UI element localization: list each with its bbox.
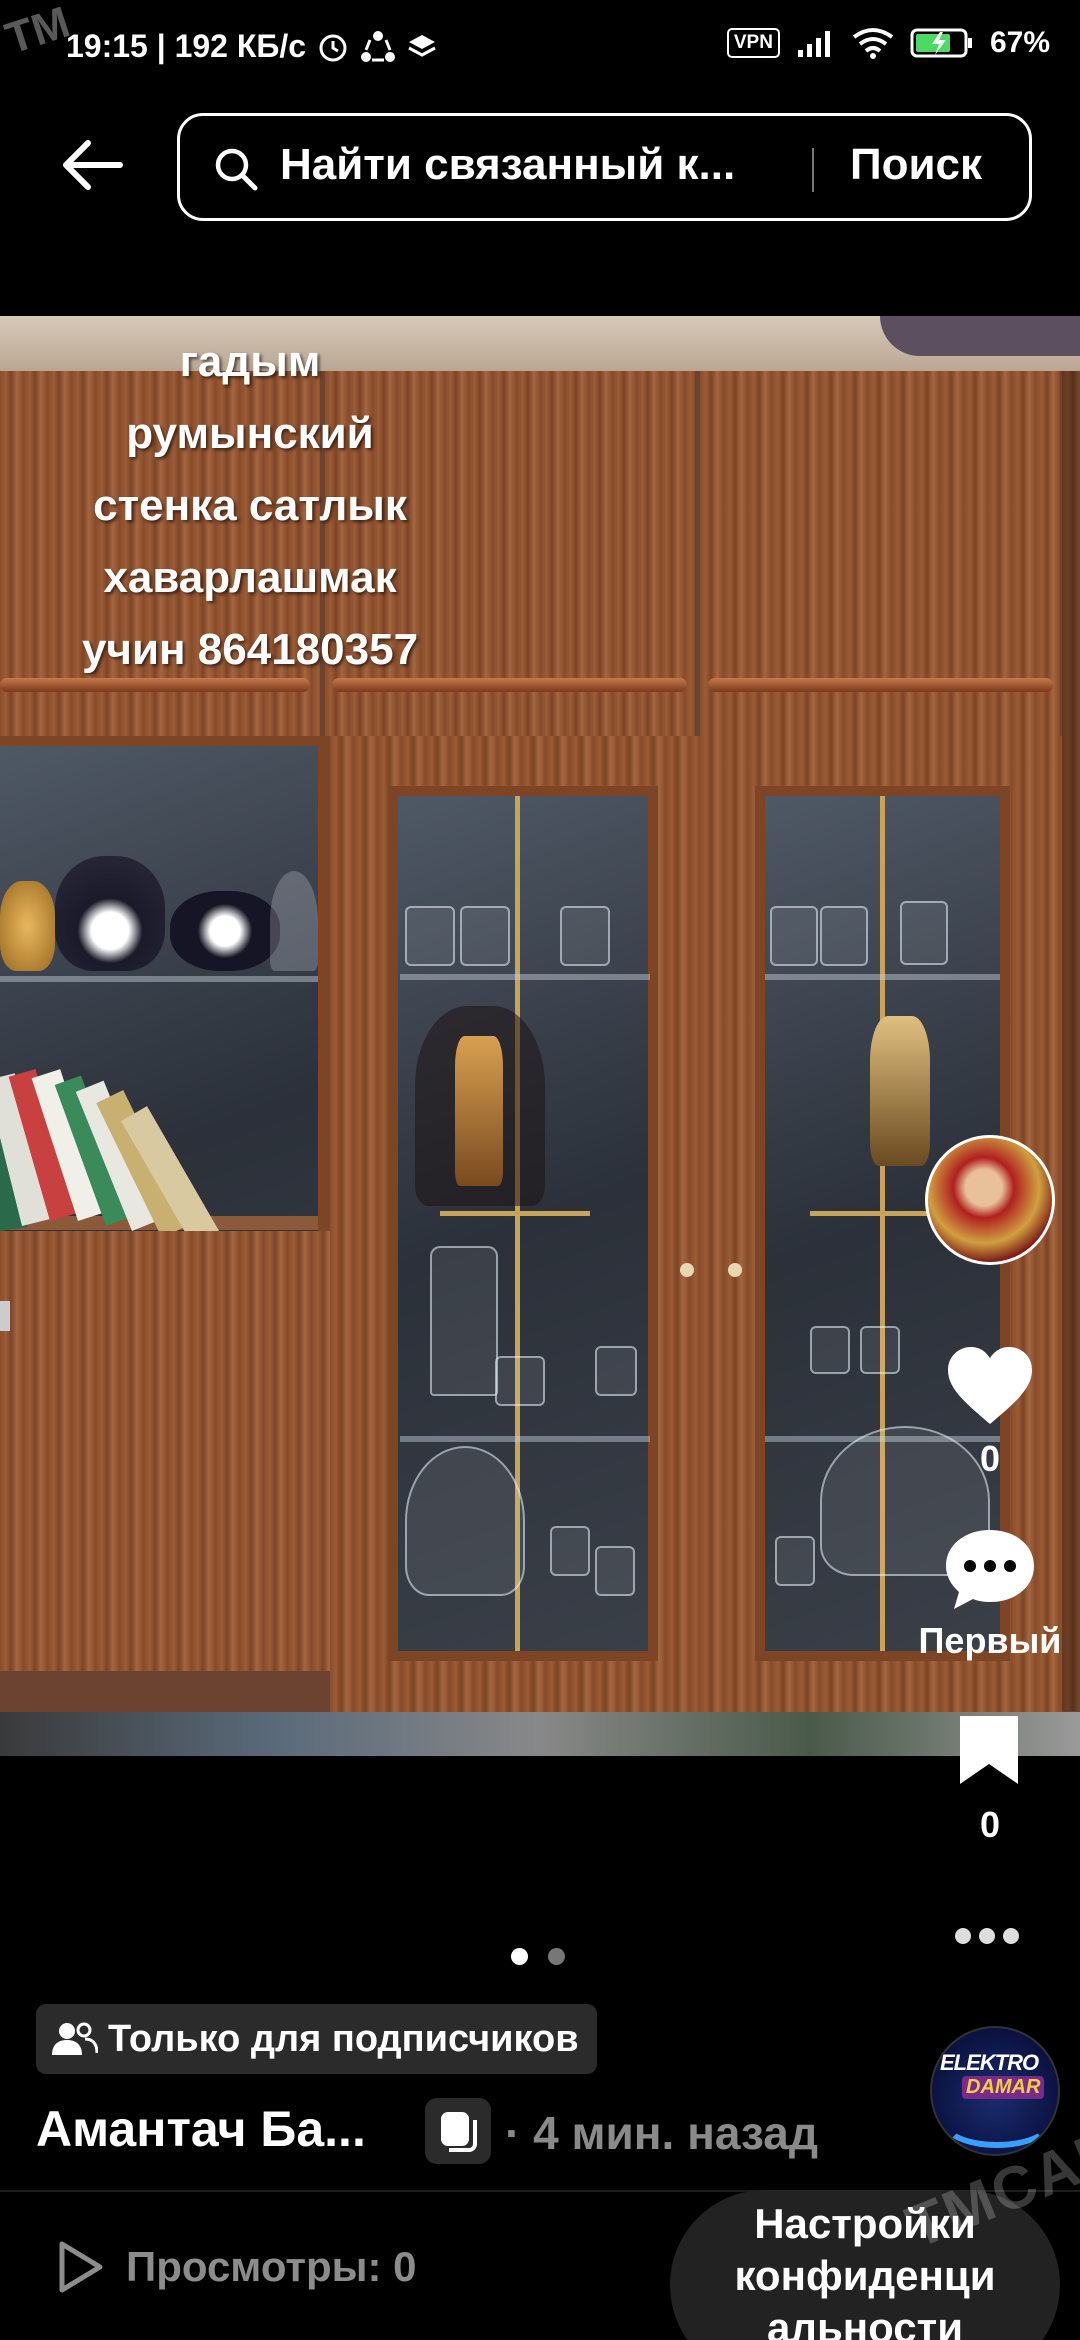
alarm-icon (319, 34, 347, 61)
post-image[interactable]: гадым румынский стенка сатлык хаварлашма… (0, 316, 1080, 1756)
status-time: 19:15 | 192 КБ/с (66, 28, 307, 64)
glass-cup (405, 906, 455, 966)
play-icon (59, 2241, 103, 2293)
more-options-icon[interactable] (955, 1928, 1019, 1944)
cabinet-edge (1062, 371, 1080, 1711)
caption-line: румынский (126, 409, 374, 458)
crystal-vase (430, 1246, 498, 1396)
door-knob (0, 1301, 10, 1331)
status-bar: TM 19:15 | 192 КБ/с VPN 67% (0, 0, 1080, 100)
brand-logo-line1: ELEKTRO (940, 2050, 1039, 2075)
search-placeholder[interactable]: Найти связанный к... (280, 140, 735, 190)
battery-percent: 67% (989, 26, 1050, 59)
author-name[interactable]: Амантач Ба... (36, 2100, 366, 2158)
comment-icon[interactable] (942, 1526, 1038, 1612)
glass-cup (775, 1536, 815, 1586)
plate (270, 871, 318, 971)
shelf (765, 974, 1000, 980)
gold-vase (0, 881, 55, 971)
door-knob (680, 1263, 694, 1277)
post-caption-overlay: гадым румынский стенка сатлык хаварлашма… (0, 326, 500, 686)
comment-label: Первый (918, 1620, 1062, 1661)
search-divider (812, 148, 814, 192)
save-count: 0 (979, 1804, 1001, 1845)
layers-icon (408, 34, 436, 57)
bookmark-icon[interactable] (956, 1712, 1022, 1788)
copy-badge[interactable] (425, 2098, 491, 2164)
crystal-bowl (405, 1446, 525, 1596)
lower-left-door (0, 1231, 335, 1671)
glass-cup (595, 1346, 637, 1396)
heart-icon[interactable] (944, 1344, 1036, 1428)
search-bar[interactable]: Найти связанный к... Поиск (177, 113, 1032, 221)
back-arrow-icon[interactable] (58, 135, 128, 195)
shelf (400, 974, 650, 980)
copy-icon (441, 2112, 477, 2152)
views-count: Просмотры: 0 (126, 2243, 417, 2290)
glass-cup (495, 1356, 545, 1406)
caption-line: учин 864180357 (81, 625, 419, 674)
glass-cup (860, 1326, 900, 1374)
post-time: · 4 мин. назад (505, 2107, 819, 2159)
teapot (170, 891, 280, 971)
caption-line: гадым (179, 337, 321, 386)
signal-icon (797, 31, 830, 57)
status-left: 19:15 | 192 КБ/с (66, 28, 438, 65)
sync-icon (361, 30, 396, 62)
search-icon (215, 148, 258, 191)
glass-cup (550, 1526, 590, 1576)
author-avatar[interactable] (925, 1135, 1055, 1265)
subscribers-only-label: Только для подписчиков (108, 2017, 579, 2060)
vpn-badge: VPN (726, 28, 780, 58)
watermark-tm: TM (0, 0, 76, 64)
glass-cup (900, 901, 948, 965)
search-button[interactable]: Поиск (850, 140, 982, 190)
views-row[interactable]: Просмотры: 0 (56, 2240, 417, 2294)
glass-cup (820, 906, 868, 966)
gold-trim (440, 1211, 590, 1216)
users-icon (52, 2022, 98, 2055)
shelf (400, 1436, 650, 1442)
pager-dot-active (511, 1948, 528, 1965)
jug (870, 1016, 930, 1166)
glass-cup (460, 906, 510, 966)
caption-line: стенка сатлык (93, 481, 407, 530)
glass-cup (770, 906, 818, 966)
teapot (55, 856, 165, 971)
glass-cup (810, 1326, 850, 1374)
glass-cup (595, 1546, 635, 1596)
pager-dot (548, 1948, 565, 1965)
status-right: VPN 67% (726, 26, 1050, 60)
decanter (455, 1036, 503, 1186)
image-pager (511, 1948, 565, 1965)
wifi-icon (852, 28, 894, 59)
brand-logo-line2: DAMAR (962, 2076, 1045, 2099)
floor-items (0, 1712, 1080, 1756)
subscribers-only-badge: Только для подписчиков (36, 2004, 597, 2074)
ceiling-corner (880, 316, 1080, 356)
door-knob (728, 1263, 742, 1277)
caption-line: хаварлашмак (103, 553, 397, 602)
glass-cup (560, 906, 610, 966)
battery-icon (910, 28, 972, 58)
cabinet-handle (708, 678, 1053, 692)
brand-logo-avatar[interactable]: ELEKTRO DAMAR (930, 2026, 1060, 2156)
like-count: 0 (979, 1438, 1001, 1479)
shelf (0, 976, 318, 982)
